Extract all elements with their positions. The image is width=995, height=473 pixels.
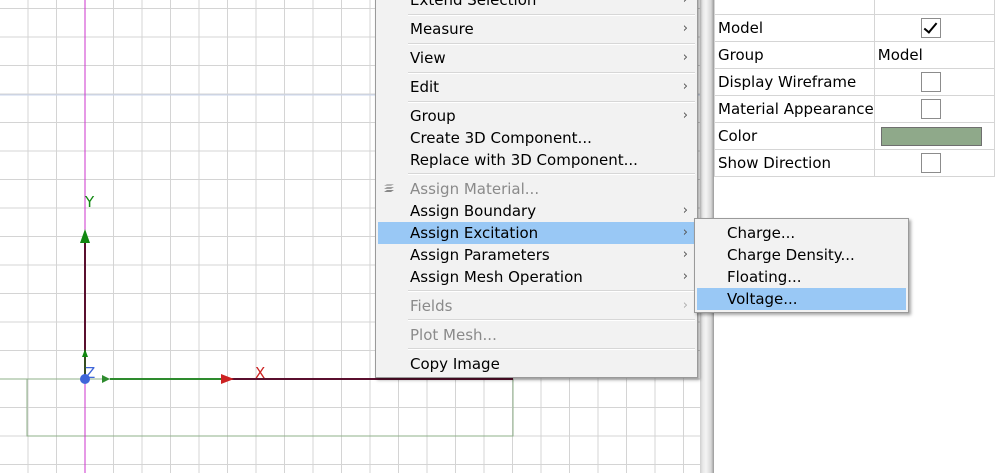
chevron-right-icon: › [682, 269, 688, 284]
properties-table: Model Group Model Display Wireframe Mate… [714, 0, 995, 177]
property-name: Material Appearance [714, 95, 875, 123]
menu-item-fields[interactable]: Fields › [376, 295, 697, 317]
property-row-display-wireframe: Display Wireframe [714, 68, 995, 96]
x-axis-label: X [255, 364, 266, 382]
property-name: Group [714, 41, 875, 69]
property-name: Model [714, 14, 875, 42]
chevron-right-icon: › [682, 247, 688, 262]
menu-separator [408, 72, 695, 74]
property-row-model: Model [714, 14, 995, 42]
property-row-show-direction: Show Direction [714, 149, 995, 177]
show-direction-checkbox[interactable] [920, 153, 941, 173]
chevron-right-icon: › [682, 21, 688, 36]
submenu-item-charge[interactable]: Charge... [695, 222, 908, 244]
model-checkbox[interactable] [920, 18, 941, 38]
z-axis-label: Z [85, 364, 96, 382]
chevron-right-icon: › [682, 50, 688, 65]
property-row-group: Group Model [714, 41, 995, 69]
menu-item-assign-material[interactable]: Assign Material... [376, 178, 697, 200]
property-row-material-appearance: Material Appearance [714, 95, 995, 123]
menu-separator [408, 43, 695, 45]
submenu-item-voltage[interactable]: Voltage... [697, 288, 906, 310]
context-menu: Extend Selection› Measure› View› Edit› G… [375, 0, 698, 378]
menu-item-view[interactable]: View › [376, 47, 697, 69]
submenu-item-floating[interactable]: Floating... [695, 266, 908, 288]
menu-item-assign-parameters[interactable]: Assign Parameters › [376, 244, 697, 266]
display-wireframe-checkbox[interactable] [920, 72, 941, 92]
menu-item-group[interactable]: Group › [376, 105, 697, 127]
menu-item-assign-mesh-operation[interactable]: Assign Mesh Operation › [376, 266, 697, 288]
property-row [714, 0, 995, 15]
menu-separator [408, 101, 695, 103]
chevron-right-icon: › [682, 108, 688, 123]
property-name: Color [714, 122, 875, 150]
chevron-right-icon: › [682, 298, 688, 313]
material-icon [384, 184, 394, 192]
chevron-right-icon: › [682, 79, 688, 94]
menu-item-measure[interactable]: Measure › [376, 18, 697, 40]
chevron-right-icon: › [682, 203, 688, 218]
menu-item-assign-excitation[interactable]: Assign Excitation › [378, 222, 695, 244]
color-swatch[interactable] [880, 126, 982, 146]
menu-separator [408, 173, 695, 175]
chevron-right-icon: › [682, 225, 688, 240]
menu-separator [408, 14, 695, 16]
chevron-right-icon: › [683, 0, 688, 11]
menu-item-plot-mesh[interactable]: Plot Mesh... [376, 324, 697, 346]
y-axis-label: Y [85, 193, 95, 211]
property-name: Display Wireframe [714, 68, 875, 96]
menu-separator [408, 348, 695, 350]
material-appearance-checkbox[interactable] [920, 99, 941, 119]
menu-item-copy-image[interactable]: Copy Image [376, 353, 697, 375]
menu-item-assign-boundary[interactable]: Assign Boundary › [376, 200, 697, 222]
property-name: Show Direction [714, 149, 875, 177]
menu-separator [408, 319, 695, 321]
x-axis-tail [102, 375, 110, 383]
excitation-submenu: Charge... Charge Density... Floating... … [694, 218, 909, 313]
menu-item-extend-selection[interactable]: Extend Selection› [376, 0, 697, 11]
menu-item-replace-3d-component[interactable]: Replace with 3D Component... [376, 149, 697, 171]
group-value[interactable]: Model [873, 41, 995, 69]
menu-item-edit[interactable]: Edit › [376, 76, 697, 98]
menu-separator [408, 290, 695, 292]
submenu-item-charge-density[interactable]: Charge Density... [695, 244, 908, 266]
menu-item-create-3d-component[interactable]: Create 3D Component... [376, 127, 697, 149]
property-row-color: Color [714, 122, 995, 150]
